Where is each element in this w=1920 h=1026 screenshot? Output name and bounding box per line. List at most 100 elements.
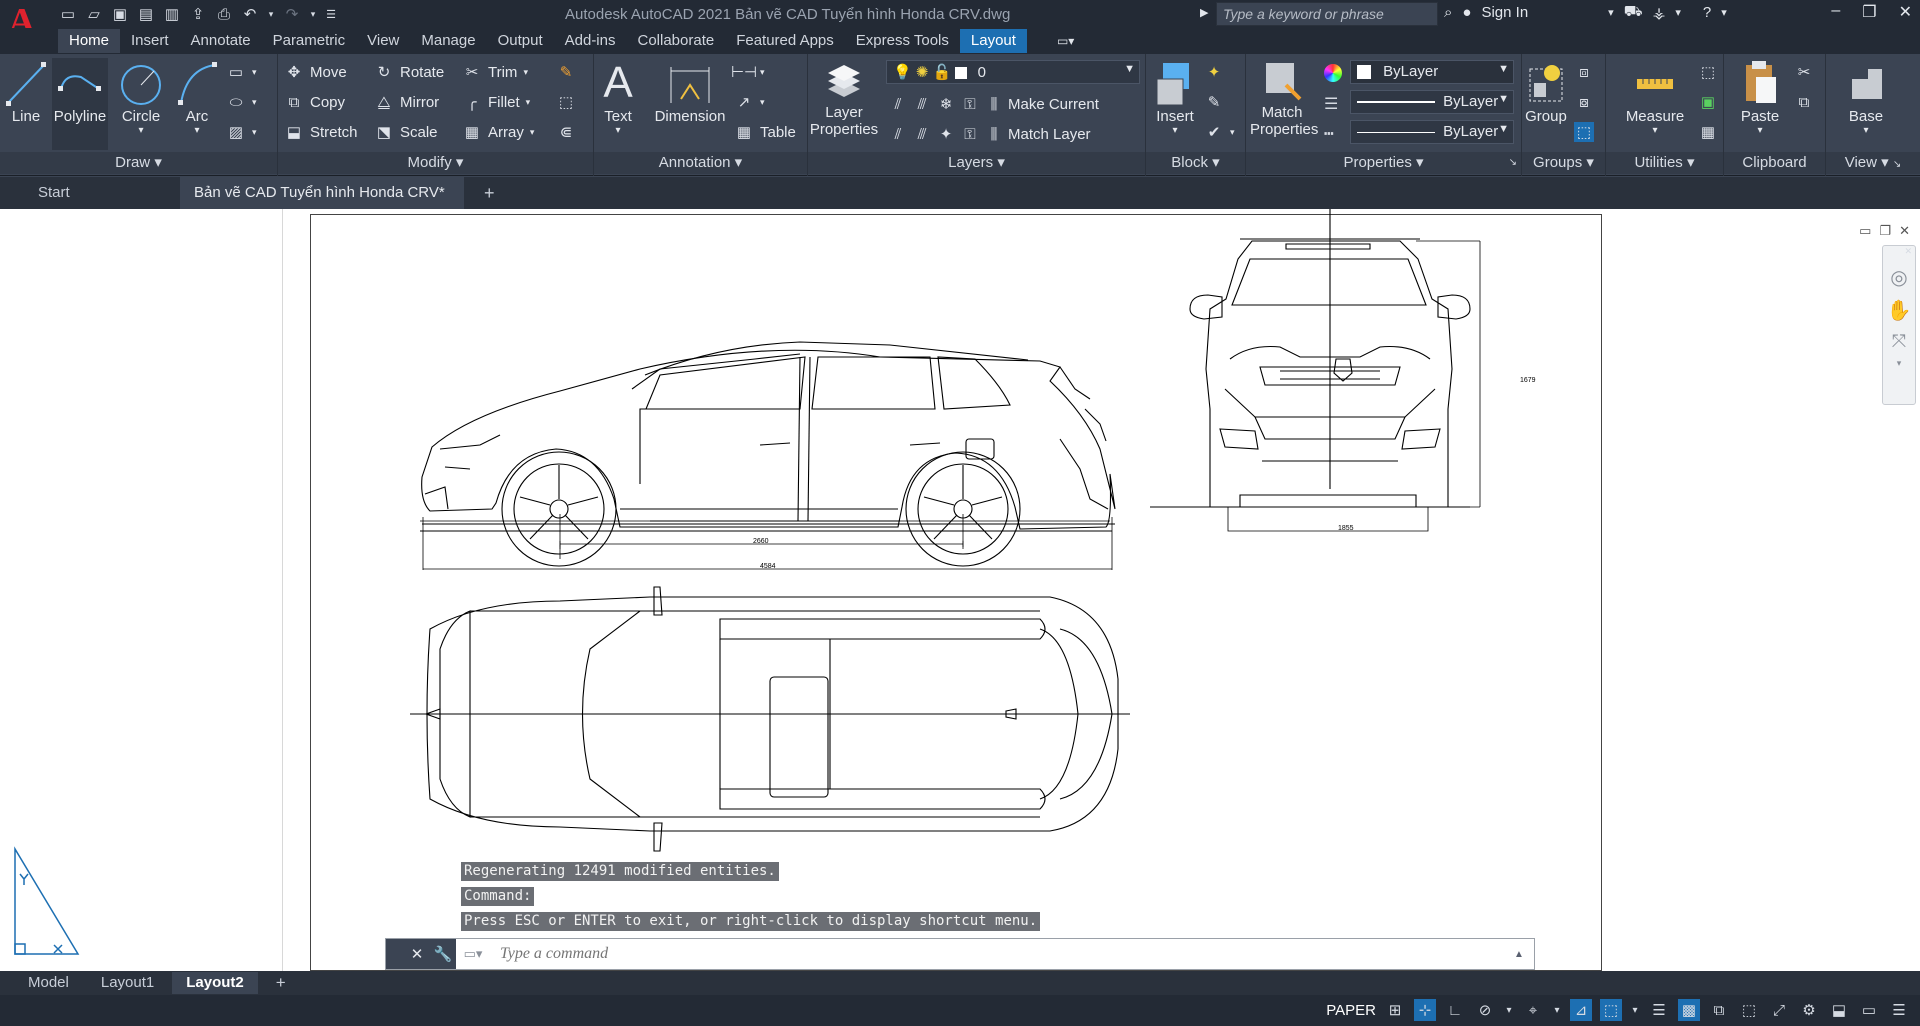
layer-isolate-icon[interactable]: ⫻ [912,94,932,114]
drawing-tab[interactable]: Bản vẽ CAD Tuyển hình Honda CRV* ✕ [180,177,464,233]
base-view-button[interactable]: Base ▾ [1836,58,1896,136]
lineweight-dropdown[interactable]: ByLayer ▼ [1350,90,1514,114]
command-customize-icon[interactable]: 🔧 [430,939,456,969]
match-properties-button[interactable]: Match Properties [1250,58,1318,138]
paste-button[interactable]: Paste ▾ [1736,58,1784,136]
copy-button[interactable]: ⧉ Copy [284,90,345,114]
tab-home[interactable]: Home [58,29,121,53]
trim-button[interactable]: ✂ Trim ▾ [462,60,528,84]
app-dropdown-icon[interactable]: ▾ [1675,6,1681,19]
save-web-icon[interactable]: ⇪ [188,4,208,24]
command-history-icon[interactable]: ▲ [1514,949,1534,960]
group-selection-button[interactable]: ⬚ [1574,120,1594,144]
block-attributes-button[interactable]: ✔ ▾ [1204,120,1235,144]
modify-panel-title[interactable]: Modify ▾ [278,152,593,174]
explode-button[interactable]: ⬚ [556,90,576,114]
workspace-switch-icon[interactable]: ⚙ [1798,999,1820,1021]
ortho-icon[interactable]: ∟ [1444,999,1466,1021]
command-grip-icon[interactable] [386,939,404,969]
text-dropdown-icon[interactable]: ▾ [600,125,636,136]
calculator-button[interactable]: ▦ [1698,120,1718,144]
tab-manage[interactable]: Manage [410,29,486,53]
pan-hand-icon[interactable]: ✋ [1883,298,1915,323]
move-button[interactable]: ✥ Move [284,60,347,84]
properties-launcher-icon[interactable]: ↘ [1509,152,1517,174]
copy-clip-button[interactable]: ⧉ [1794,90,1814,114]
snap-grid-icon[interactable]: ⊞ [1384,999,1406,1021]
steering-wheel-icon[interactable]: ◎ [1883,265,1915,290]
new-tab-button[interactable]: + [474,177,508,209]
line-button[interactable]: Line [4,58,48,125]
text-button[interactable]: A Text ▾ [600,58,636,136]
tab-featured-apps[interactable]: Featured Apps [725,29,845,53]
open-folder-icon[interactable]: ▱ [84,4,104,24]
layers-panel-title[interactable]: Layers ▾ [808,152,1145,174]
layer-freeze-tool-icon[interactable]: ❄ [936,94,956,114]
customize-qat-icon[interactable]: ☰ [324,4,338,24]
plot-icon[interactable]: ⎙ [214,4,234,24]
viewport-minimize-icon[interactable]: ▭ [1859,223,1871,239]
groups-panel-title[interactable]: Groups ▾ [1522,152,1605,174]
utilities-panel-title[interactable]: Utilities ▾ [1606,152,1723,174]
make-current-icon[interactable]: ⫼ [984,94,1004,114]
sign-in-link[interactable]: Sign In [1481,4,1528,21]
paste-dropdown-icon[interactable]: ▾ [1736,125,1784,136]
rotate-button[interactable]: ↻ Rotate [374,60,445,84]
customization-icon[interactable]: ☰ [1888,999,1910,1021]
viewport-restore-icon[interactable]: ❐ [1879,223,1891,239]
layer-thaw-icon[interactable]: ⫻ [912,124,932,144]
measure-dropdown-icon[interactable]: ▾ [1608,125,1702,136]
tab-output[interactable]: Output [487,29,554,53]
tab-annotate[interactable]: Annotate [180,29,262,53]
select-all-button[interactable]: ▣ [1698,90,1718,114]
navbar-dropdown-icon[interactable]: ▾ [1883,358,1915,369]
tab-express-tools[interactable]: Express Tools [845,29,960,53]
polyline-button[interactable]: Polyline [52,58,108,150]
stretch-button[interactable]: ⬓ Stretch [284,120,358,144]
base-dropdown-icon[interactable]: ▾ [1836,125,1896,136]
close-icon[interactable]: ✕ [1899,2,1912,22]
circle-dropdown-icon[interactable]: ▾ [116,125,166,136]
ellipse-button[interactable]: ⬭ ▾ [226,90,257,114]
cut-button[interactable]: ✂ [1794,60,1814,84]
quick-select-button[interactable]: ⬚ [1698,60,1718,84]
car-drawing[interactable] [0,209,1920,971]
help-icon[interactable]: ? [1703,4,1711,21]
layer-off-icon[interactable]: ⫽ [888,94,908,114]
polar-tracking-icon[interactable]: ⊘ [1474,999,1496,1021]
command-close-icon[interactable]: ✕ [404,939,430,969]
units-icon[interactable]: ▭ [1858,999,1880,1021]
redo-icon[interactable]: ↷ [282,4,302,24]
group-edit-button[interactable]: ⧇ [1574,90,1594,114]
layer-on-tool-icon[interactable]: ⫽ [888,124,908,144]
linetype-dropdown[interactable]: ByLayer ▼ [1350,120,1514,144]
make-current-button[interactable]: Make Current [1008,96,1099,113]
group-button[interactable]: Group [1524,58,1568,125]
match-layer-button[interactable]: Match Layer [1008,126,1091,143]
save-as-icon[interactable]: ▤ [136,4,156,24]
array-button[interactable]: ▦ Array ▾ [462,120,534,144]
new-file-icon[interactable]: ▭ [58,4,78,24]
ungroup-button[interactable]: ⧈ [1574,60,1594,84]
layer-lock-tool-icon[interactable]: ⚿ [960,94,980,114]
tab-insert[interactable]: Insert [120,29,180,53]
drawing-canvas[interactable]: 2660 4584 1855 1679 ▭ ❐ ✕ ✕ ◎ ✋ ⤧ ▾ [0,209,1920,971]
paper-space-toggle[interactable]: PAPER [1326,1002,1376,1019]
tab-collaborate[interactable]: Collaborate [626,29,725,53]
tab-view[interactable]: View [356,29,410,53]
measure-button[interactable]: Measure ▾ [1608,58,1702,136]
search-input[interactable]: Type a keyword or phrase [1216,2,1438,26]
lineweight-display-icon[interactable]: ☰ [1648,999,1670,1021]
search-expand-icon[interactable]: ▶ [1200,6,1208,19]
annotation-monitor-icon[interactable]: ⬓ [1828,999,1850,1021]
object-snap-icon[interactable]: ⊿ [1570,999,1592,1021]
search-icon[interactable]: ⌕ [1444,4,1452,21]
autodesk-app-icon[interactable]: ⚶ [1653,4,1666,22]
properties-panel-title[interactable]: Properties ▾ ↘ [1246,152,1521,174]
tab-parametric[interactable]: Parametric [262,29,357,53]
add-layout-button[interactable]: + [262,972,300,994]
create-block-button[interactable]: ✦ [1204,60,1224,84]
selection-dropdown-icon[interactable]: ▾ [1630,999,1640,1021]
redo-dropdown-icon[interactable]: ▾ [308,4,318,24]
transparency-icon[interactable]: ▩ [1678,999,1700,1021]
